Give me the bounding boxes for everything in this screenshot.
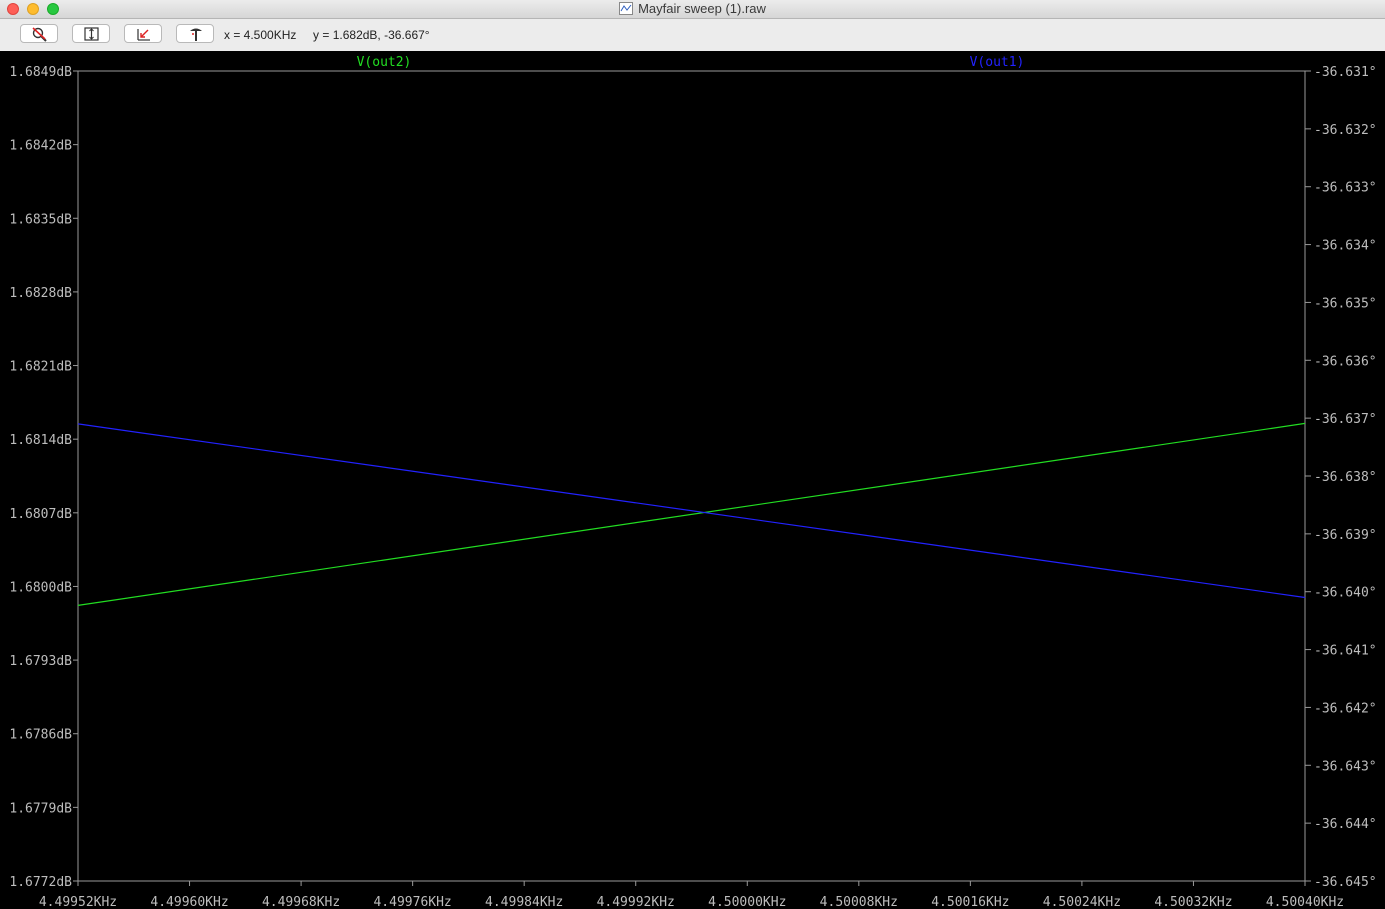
autorange-button[interactable] — [72, 24, 110, 43]
left-axis-tick-label: 1.6800dB — [9, 580, 72, 595]
magnifier-cancel-icon — [32, 27, 47, 42]
x-axis-tick-label: 4.50016KHz — [931, 895, 1009, 909]
left-axis-tick-label: 1.6828dB — [9, 286, 72, 301]
right-axis-tick-label: -36.631° — [1314, 65, 1377, 80]
right-axis-tick-label: -36.643° — [1314, 759, 1377, 774]
window-title-text: Mayfair sweep (1).raw — [638, 1, 766, 16]
zoom-cancel-button[interactable] — [20, 24, 58, 43]
right-axis-tick-label: -36.645° — [1314, 875, 1377, 890]
x-axis-tick-label: 4.49984KHz — [485, 895, 563, 909]
right-axis-ticks: -36.631° -36.632° -36.633° -36.634° -36.635°… — [1305, 65, 1377, 890]
cursor-y-value: y = 1.682dB, -36.667° — [313, 28, 430, 42]
cursor-readout: x = 4.500KHz y = 1.682dB, -36.667° — [224, 28, 430, 42]
right-axis-tick-label: -36.644° — [1314, 817, 1377, 832]
left-axis-tick-label: 1.6793dB — [9, 654, 72, 669]
pick-trace-button[interactable] — [176, 24, 214, 43]
x-axis-tick-label: 4.50008KHz — [820, 895, 898, 909]
right-axis-tick-label: -36.641° — [1314, 644, 1377, 659]
waveform-document-icon — [619, 2, 634, 15]
x-axis-tick-label: 4.49960KHz — [150, 895, 228, 909]
waveform-plot[interactable]: 1.6849dB 1.6842dB 1.6835dB 1.6828dB 1.6821dB… — [0, 51, 1385, 909]
legend-label-vout2: V(out2) — [357, 55, 412, 70]
window-titlebar: Mayfair sweep (1).raw — [0, 0, 1385, 19]
x-axis-tick-label: 4.50032KHz — [1154, 895, 1232, 909]
right-axis-tick-label: -36.642° — [1314, 701, 1377, 716]
plot-background — [0, 51, 1385, 909]
zoom-back-icon — [137, 29, 150, 41]
x-axis-tick-label: 4.49952KHz — [39, 895, 117, 909]
cursor-x-value: x = 4.500KHz — [224, 28, 297, 42]
probe-icon — [190, 28, 202, 41]
left-axis-tick-label: 1.6814dB — [9, 433, 72, 448]
right-axis-tick-label: -36.635° — [1314, 296, 1377, 311]
right-axis-tick-label: -36.632° — [1314, 123, 1377, 138]
legend-label-vout1: V(out1) — [970, 55, 1025, 70]
right-axis-tick-label: -36.637° — [1314, 412, 1377, 427]
window-title: Mayfair sweep (1).raw — [0, 1, 1385, 16]
right-axis-tick-label: -36.633° — [1314, 181, 1377, 196]
left-axis-tick-label: 1.6786dB — [9, 728, 72, 743]
left-axis-tick-label: 1.6849dB — [9, 65, 72, 80]
left-axis-tick-label: 1.6807dB — [9, 507, 72, 522]
right-axis-tick-label: -36.634° — [1314, 239, 1377, 254]
toolbar: x = 4.500KHz y = 1.682dB, -36.667° — [0, 19, 1385, 51]
zoom-back-button[interactable] — [124, 24, 162, 43]
right-axis-tick-label: -36.638° — [1314, 470, 1377, 485]
left-axis-tick-label: 1.6821dB — [9, 360, 72, 375]
left-axis-tick-label: 1.6842dB — [9, 139, 72, 154]
x-axis-tick-label: 4.49968KHz — [262, 895, 340, 909]
left-axis-tick-label: 1.6779dB — [9, 801, 72, 816]
right-axis-tick-label: -36.636° — [1314, 354, 1377, 369]
x-axis-tick-label: 4.50000KHz — [708, 895, 786, 909]
fit-range-icon — [84, 27, 99, 41]
right-axis-tick-label: -36.640° — [1314, 586, 1377, 601]
x-axis-tick-label: 4.50024KHz — [1043, 895, 1121, 909]
x-axis-tick-label: 4.49976KHz — [373, 895, 451, 909]
left-axis-tick-label: 1.6772dB — [9, 875, 72, 890]
right-axis-tick-label: -36.639° — [1314, 528, 1377, 543]
x-axis-tick-label: 4.49992KHz — [597, 895, 675, 909]
x-axis-tick-label: 4.50040KHz — [1266, 895, 1344, 909]
left-axis-tick-label: 1.6835dB — [9, 212, 72, 227]
